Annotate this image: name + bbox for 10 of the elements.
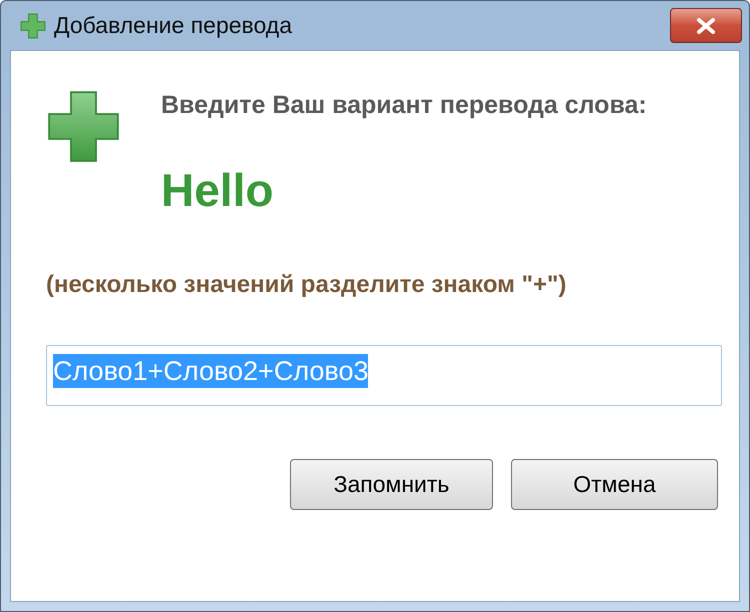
hint-text: (несколько значений разделите знаком "+") xyxy=(46,270,568,300)
plus-icon xyxy=(20,12,46,38)
prompt-text: Введите Ваш вариант перевода слова: xyxy=(161,90,648,121)
dialog-button[interactable]: Запомнить xyxy=(290,459,493,510)
source-word: Hello xyxy=(161,163,274,218)
window-title: Добавление перевода xyxy=(54,11,292,40)
plus-icon xyxy=(46,89,121,164)
close-button[interactable] xyxy=(670,8,742,43)
close-icon xyxy=(695,18,717,34)
dialog-button[interactable]: Отмена xyxy=(511,459,718,510)
